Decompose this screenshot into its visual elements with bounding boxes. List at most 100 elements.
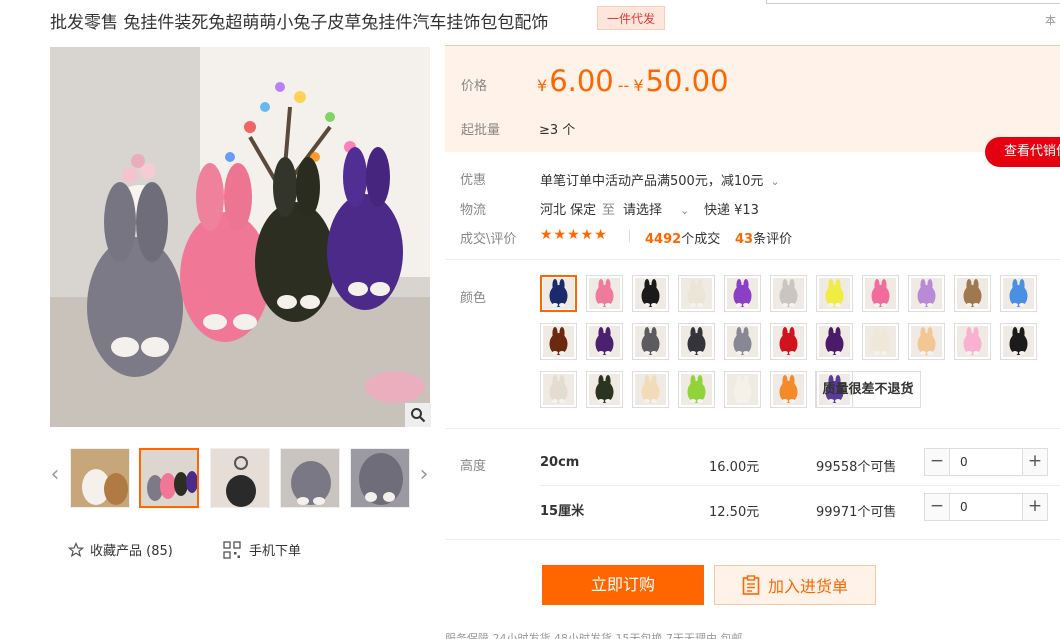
chevron-right-icon[interactable]: › [417,462,431,487]
clipboard-icon [742,575,760,595]
buy-now-button[interactable]: 立即订购 [542,565,704,605]
color-swatch[interactable] [724,371,761,408]
swatch-image [589,374,620,405]
spec-row-1-price: 16.00元 [709,460,760,475]
review-count-suffix: 条评价 [753,232,793,247]
color-swatch[interactable] [816,323,853,360]
swatch-image [543,374,574,405]
price-separator: -- [617,76,630,95]
color-swatch[interactable] [816,275,853,312]
swatch-image [819,278,850,309]
plus-button[interactable]: + [1023,494,1047,520]
moq-value: ≥3 个 [539,123,576,138]
color-swatch[interactable] [632,275,669,312]
swatch-image [543,326,574,357]
color-swatch[interactable] [540,323,577,360]
minus-button[interactable]: − [925,494,949,520]
deal-count-number: 4492 [645,232,682,247]
color-swatch[interactable] [632,323,669,360]
moq-label: 起批量 [461,123,501,138]
thumbnail-2[interactable] [139,448,199,508]
logistics-label: 物流 [460,203,487,218]
thumbnail-3[interactable] [210,448,270,508]
quantity-stepper-2: − 0 + [924,493,1048,521]
thumbnail-1[interactable] [70,448,130,508]
minus-button[interactable]: − [925,449,949,475]
quantity-input[interactable]: 0 [949,449,1023,475]
color-swatch[interactable] [632,371,669,408]
magnifier-icon [411,408,426,423]
color-swatch[interactable] [540,275,577,312]
swatch-image [635,278,666,309]
add-to-cart-label: 加入进货单 [767,577,848,596]
collect-label: 收藏产品 (85) [90,544,173,559]
color-swatch[interactable] [724,323,761,360]
swatch-image [773,278,804,309]
destination-select[interactable]: 请选择 ⌄ [623,199,689,218]
discount-text: 单笔订单中活动产品满500元，减10元 [540,174,764,189]
color-swatch[interactable] [1000,275,1037,312]
deal-count[interactable]: 4492个成交 [645,228,720,247]
color-swatch[interactable] [862,275,899,312]
chevron-down-icon: ⌄ [680,204,690,217]
quality-option[interactable]: 质量很差不退货 [815,371,921,408]
chevron-left-icon[interactable]: ‹ [48,462,62,487]
color-swatch[interactable] [908,275,945,312]
color-swatch[interactable] [908,323,945,360]
currency-symbol: ¥ [537,76,548,95]
review-count[interactable]: 43条评价 [735,228,792,247]
divider [629,230,630,242]
color-swatch[interactable] [770,275,807,312]
color-swatch[interactable] [954,275,991,312]
color-swatch[interactable] [678,275,715,312]
rating-stars: ★★★★★ [540,227,608,243]
price-range: ¥ 6.00 -- ¥ 50.00 [537,64,729,98]
price-label: 价格 [461,79,488,94]
swatch-image [681,374,712,405]
currency-symbol-2: ¥ [633,76,644,95]
top-right-text: 本 [1045,14,1056,27]
discount-value[interactable]: 单笔订单中活动产品满500元，减10元 ⌄ [540,170,780,189]
zoom-button[interactable] [405,403,431,427]
swatch-image [681,326,712,357]
color-swatch[interactable] [586,371,623,408]
color-swatch[interactable] [1000,323,1037,360]
mobile-order-button[interactable]: 手机下单 [223,540,301,559]
divider [540,485,1060,486]
color-swatch[interactable] [770,323,807,360]
plus-button[interactable]: + [1023,449,1047,475]
swatch-image [865,326,896,357]
quantity-input[interactable]: 0 [949,494,1023,520]
collect-product-button[interactable]: 收藏产品 (85) [68,540,173,559]
divider [445,428,1060,429]
view-agent-price-button[interactable]: 查看代销价 [985,137,1060,167]
color-swatch[interactable] [770,371,807,408]
discount-label: 优惠 [460,173,487,188]
main-product-image[interactable] [50,47,430,427]
color-swatch[interactable] [586,275,623,312]
color-swatch[interactable] [540,371,577,408]
swatch-image [957,278,988,309]
thumbnail-4[interactable] [280,448,340,508]
swatch-image [589,326,620,357]
dropship-badge[interactable]: 一件代发 [597,6,666,30]
color-swatch[interactable] [724,275,761,312]
divider [445,259,1060,260]
deals-reviews-label: 成交\评价 [460,232,517,247]
to-word: 至 [602,203,616,218]
swatch-image [727,374,758,405]
ship-from: 河北 保定 [540,203,597,218]
swatch-image [635,374,666,405]
chevron-down-icon: ⌄ [770,175,780,188]
divider [445,539,1060,540]
spec-row-1-name: 20cm [540,455,580,470]
thumbnail-5[interactable] [350,448,410,508]
swatch-image [865,278,896,309]
color-swatch[interactable] [678,371,715,408]
color-swatch[interactable] [862,323,899,360]
add-to-cart-button[interactable]: 加入进货单 [714,565,876,605]
mobile-order-label: 手机下单 [249,544,302,559]
color-swatch[interactable] [586,323,623,360]
color-swatch[interactable] [678,323,715,360]
color-swatch[interactable] [954,323,991,360]
